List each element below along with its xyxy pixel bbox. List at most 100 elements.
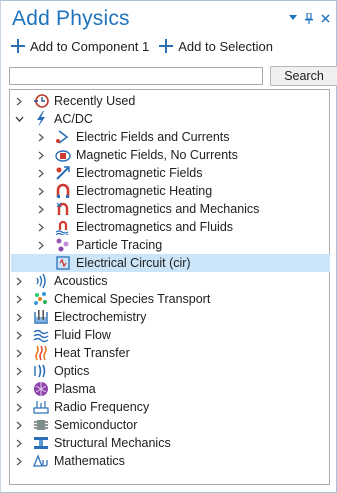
radio-frequency-icon [33,399,49,415]
tree-item-electromagnetic-fields[interactable]: Electromagnetic Fields [11,164,330,182]
add-to-selection-label: Add to Selection [178,38,273,54]
chevron-right-icon[interactable] [13,311,25,323]
structural-mechanics-icon [33,435,49,451]
chevron-right-icon[interactable] [13,383,25,395]
chevron-right-icon[interactable] [13,347,25,359]
add-to-component-label: Add to Component 1 [30,38,150,54]
tree-item-label: Electrical Circuit (cir) [76,256,191,270]
chevron-right-icon[interactable] [35,131,47,143]
search-input[interactable] [9,67,263,85]
chevron-right-icon[interactable] [13,329,25,341]
tree-item-particle-tracing[interactable]: Particle Tracing [11,236,330,254]
tree-item-label: Fluid Flow [54,328,111,342]
tree-item-recently-used[interactable]: Recently Used [11,92,330,110]
window-controls [288,12,330,24]
tree-item-label: Mathematics [54,454,125,468]
pin-icon[interactable] [304,12,314,24]
tree-item-label: Particle Tracing [76,238,163,252]
tree-item-mathematics[interactable]: Mathematics [11,452,330,470]
tree-item-label: Structural Mechanics [54,436,171,450]
tree-item-plasma[interactable]: Plasma [11,380,330,398]
tree-item-label: Electromagnetic Heating [76,184,213,198]
tree-item-label: Chemical Species Transport [54,292,211,306]
electromagnetics-mechanics-icon [55,201,71,217]
chevron-right-icon[interactable] [35,185,47,197]
plus-icon [159,39,174,53]
physics-tree[interactable]: Recently Used AC/DC Electric Fields and … [9,89,330,485]
tree-item-label: Plasma [54,382,96,396]
electric-fields-icon [55,129,71,145]
magnetic-fields-icon [55,147,71,163]
chevron-right-icon[interactable] [35,149,47,161]
tree-item-semiconductor[interactable]: Semiconductor [11,416,330,434]
chevron-right-icon[interactable] [13,455,25,467]
acoustics-icon [33,273,49,289]
semiconductor-icon [33,417,49,433]
electromagnetics-fluids-icon [55,219,71,235]
chevron-right-icon[interactable] [13,275,25,287]
tree-item-label: Electromagnetics and Fluids [76,220,234,234]
tree-item-electrical-circuit[interactable]: Electrical Circuit (cir) [11,254,330,272]
chevron-right-icon[interactable] [35,167,47,179]
tree-item-radio-frequency[interactable]: Radio Frequency [11,398,330,416]
electrical-circuit-icon [55,255,71,271]
search-row: Search [9,66,337,86]
optics-icon [33,363,49,379]
tree-item-electromagnetics-fluids[interactable]: Electromagnetics and Fluids [11,218,330,236]
acdc-lightning-icon [33,111,49,127]
electromagnetic-heating-icon [55,183,71,199]
dropdown-icon[interactable] [288,12,298,24]
tree-item-optics[interactable]: Optics [11,362,330,380]
chevron-right-icon[interactable] [13,95,25,107]
tree-item-label: Semiconductor [54,418,138,432]
tree-item-label: Electrochemistry [54,310,147,324]
tree-item-chemical-species-transport[interactable]: Chemical Species Transport [11,290,330,308]
heat-transfer-icon [33,345,49,361]
tree-item-electrochemistry[interactable]: Electrochemistry [11,308,330,326]
chevron-right-icon[interactable] [35,203,47,215]
chevron-right-icon[interactable] [13,365,25,377]
search-button[interactable]: Search [270,66,337,86]
chemical-species-icon [33,291,49,307]
chevron-right-icon[interactable] [35,239,47,251]
tree-item-label: Magnetic Fields, No Currents [76,148,238,162]
tree-item-magnetic-fields-no-currents[interactable]: Magnetic Fields, No Currents [11,146,330,164]
plasma-icon [33,381,49,397]
tree-item-electric-fields-currents[interactable]: Electric Fields and Currents [11,128,330,146]
tree-item-label: Electromagnetics and Mechanics [76,202,260,216]
chevron-right-icon[interactable] [13,437,25,449]
panel-title: Add Physics [12,7,130,30]
tree-item-acoustics[interactable]: Acoustics [11,272,330,290]
tree-item-label: Heat Transfer [54,346,130,360]
close-icon[interactable] [320,12,330,24]
mathematics-icon [33,453,49,469]
toolbar: Add to Component 1 Add to Selection [11,37,273,55]
tree-item-label: Recently Used [54,94,136,108]
tree-item-label: AC/DC [54,112,93,126]
plus-icon [11,39,25,53]
tree-item-electromagnetics-mechanics[interactable]: Electromagnetics and Mechanics [11,200,330,218]
tree-item-heat-transfer[interactable]: Heat Transfer [11,344,330,362]
tree-item-label: Acoustics [54,274,108,288]
tree-item-label: Electric Fields and Currents [76,130,230,144]
add-to-component-button[interactable]: Add to Component 1 [11,39,149,54]
add-physics-panel: Add Physics Add to Component 1 Add to Se… [0,0,337,493]
chevron-right-icon[interactable] [13,293,25,305]
particle-tracing-icon [55,237,71,253]
chevron-right-icon[interactable] [13,419,25,431]
tree-item-electromagnetic-heating[interactable]: Electromagnetic Heating [11,182,330,200]
tree-item-fluid-flow[interactable]: Fluid Flow [11,326,330,344]
tree-item-structural-mechanics[interactable]: Structural Mechanics [11,434,330,452]
add-to-selection-button[interactable]: Add to Selection [159,39,273,54]
electromagnetic-fields-icon [55,165,71,181]
chevron-down-icon[interactable] [13,113,25,125]
chevron-right-icon[interactable] [13,401,25,413]
tree-item-label: Electromagnetic Fields [76,166,203,180]
electrochemistry-icon [33,309,49,325]
tree-item-label: Radio Frequency [54,400,150,414]
recently-used-icon [33,93,49,109]
chevron-right-icon[interactable] [35,221,47,233]
title-bar: Add Physics [1,1,336,35]
tree-item-label: Optics [54,364,90,378]
tree-item-acdc[interactable]: AC/DC [11,110,330,128]
